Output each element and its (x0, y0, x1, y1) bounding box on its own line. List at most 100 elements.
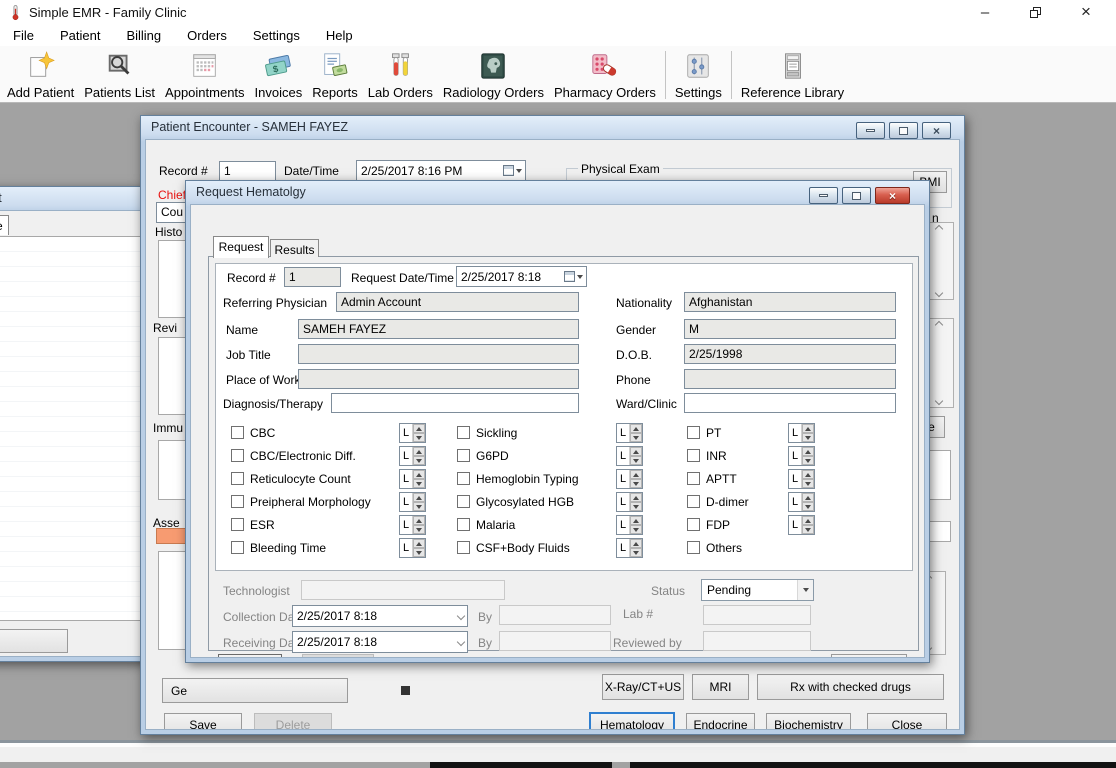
test-pt-level-spinner[interactable]: L (788, 423, 815, 443)
place-of-work-input[interactable] (298, 369, 579, 389)
test-others-checkbox[interactable] (687, 541, 700, 554)
test-g6pd-level-spinner[interactable]: L (616, 446, 643, 466)
test-preipheral-morphology-checkbox[interactable] (231, 495, 244, 508)
dialog-maximize-button[interactable] (842, 187, 871, 204)
dialog-save-button[interactable]: Save (218, 654, 282, 657)
receiving-by-input[interactable] (499, 631, 611, 651)
chief-complaint-input[interactable]: Cou (156, 202, 188, 223)
encounter-datetime-picker[interactable]: 2/25/2017 8:16 PM (356, 160, 526, 181)
referring-physician-input[interactable]: Admin Account (336, 292, 579, 312)
dialog-print-button[interactable]: Print (302, 654, 374, 657)
partial-checkbox[interactable] (401, 686, 410, 695)
ward-clinic-input[interactable] (684, 393, 896, 413)
xray-ct-button[interactable]: X-Ray/CT+US (602, 674, 684, 700)
toolbar-radiology-orders-button[interactable]: Radiology Orders (438, 50, 549, 101)
test-fdp-checkbox[interactable] (687, 518, 700, 531)
review-textarea[interactable] (158, 337, 187, 415)
test-aptt-checkbox[interactable] (687, 472, 700, 485)
toolbar-lab-orders-button[interactable]: Lab Orders (363, 50, 438, 101)
test-cbc-checkbox[interactable] (231, 426, 244, 439)
name-input[interactable]: SAMEH FAYEZ (298, 319, 579, 339)
tab-request[interactable]: Request (213, 236, 269, 258)
test-preipheral-morphology-level-spinner[interactable]: L (399, 492, 426, 512)
test-sickling-level-spinner[interactable]: L (616, 423, 643, 443)
test-reticulocyte-count-checkbox[interactable] (231, 472, 244, 485)
collection-datetime-picker[interactable]: 2/25/2017 8:18 (292, 605, 468, 627)
background-window-bottom-button[interactable] (0, 629, 68, 653)
test-pt-checkbox[interactable] (687, 426, 700, 439)
taskbar-fragment-2[interactable] (630, 762, 1116, 768)
encounter-close-button[interactable]: × (922, 122, 951, 139)
test-aptt-level-spinner[interactable]: L (788, 469, 815, 489)
toolbar-reference-library-button[interactable]: Reference Library (736, 50, 849, 101)
test-cbc-level-spinner[interactable]: L (399, 423, 426, 443)
encounter-record-input[interactable]: 1 (219, 161, 276, 181)
test-glycosylated-hgb-checkbox[interactable] (457, 495, 470, 508)
encounter-delete-button[interactable]: Delete (254, 713, 332, 729)
toolbar-patients-list-button[interactable]: Patients List (79, 50, 160, 101)
diagnosis-therapy-input[interactable] (331, 393, 579, 413)
test-cbc-electronic-diff-level-spinner[interactable]: L (399, 446, 426, 466)
toolbar-settings-button[interactable]: Settings (670, 50, 727, 101)
toolbar-pharmacy-orders-button[interactable]: Pharmacy Orders (549, 50, 661, 101)
test-esr-checkbox[interactable] (231, 518, 244, 531)
test-malaria-level-spinner[interactable]: L (616, 515, 643, 535)
dialog-cancel-button[interactable]: Cancel (831, 654, 907, 657)
encounter-save-button[interactable]: Save (164, 713, 242, 729)
technologist-input[interactable] (301, 580, 505, 600)
menu-help[interactable]: Help (313, 26, 366, 45)
assessment-highlight-field[interactable] (156, 528, 187, 544)
test-esr-level-spinner[interactable]: L (399, 515, 426, 535)
taskbar-fragment-1[interactable] (430, 762, 612, 768)
immunization-textarea[interactable] (158, 440, 187, 500)
background-window-tab[interactable]: De (0, 215, 9, 235)
app-minimize-button[interactable]: – (962, 0, 1008, 24)
menu-patient[interactable]: Patient (47, 26, 113, 45)
tab-results[interactable]: Results (270, 239, 319, 257)
test-hemoglobin-typing-level-spinner[interactable]: L (616, 469, 643, 489)
app-restore-button[interactable] (1012, 0, 1058, 24)
lab-number-input[interactable] (703, 605, 811, 625)
test-inr-checkbox[interactable] (687, 449, 700, 462)
request-datetime-picker[interactable]: 2/25/2017 8:18 (456, 266, 587, 287)
toolbar-reports-button[interactable]: Reports (307, 50, 363, 101)
test-bleeding-time-checkbox[interactable] (231, 541, 244, 554)
menu-file[interactable]: File (0, 26, 47, 45)
job-title-input[interactable] (298, 344, 579, 364)
encounter-close-window-button[interactable]: Close (867, 713, 947, 729)
dob-input[interactable]: 2/25/1998 (684, 344, 896, 364)
test-d-dimer-level-spinner[interactable]: L (788, 492, 815, 512)
menu-orders[interactable]: Orders (174, 26, 240, 45)
toolbar-appointments-button[interactable]: Appointments (160, 50, 250, 101)
mri-button[interactable]: MRI (692, 674, 749, 700)
dialog-close-button[interactable]: × (875, 187, 910, 204)
test-malaria-checkbox[interactable] (457, 518, 470, 531)
menu-billing[interactable]: Billing (113, 26, 174, 45)
test-bleeding-time-level-spinner[interactable]: L (399, 538, 426, 558)
phone-input[interactable] (684, 369, 896, 389)
toolbar-add-patient-button[interactable]: Add Patient (2, 50, 79, 101)
assessment-textarea[interactable] (158, 551, 187, 650)
test-reticulocyte-count-level-spinner[interactable]: L (399, 469, 426, 489)
status-combo[interactable]: Pending (701, 579, 814, 601)
receiving-datetime-picker[interactable]: 2/25/2017 8:18 (292, 631, 468, 653)
biochemistry-button[interactable]: Biochemistry (766, 713, 851, 729)
encounter-minimize-button[interactable] (856, 122, 885, 139)
app-close-button[interactable]: × (1063, 0, 1109, 24)
reviewed-by-input[interactable] (703, 631, 811, 651)
test-sickling-checkbox[interactable] (457, 426, 470, 439)
test-cbc-electronic-diff-checkbox[interactable] (231, 449, 244, 462)
hematology-button[interactable]: Hematology (589, 712, 675, 729)
toolbar-invoices-button[interactable]: $ Invoices (250, 50, 308, 101)
history-textarea[interactable] (158, 240, 187, 318)
test-d-dimer-checkbox[interactable] (687, 495, 700, 508)
test-g6pd-checkbox[interactable] (457, 449, 470, 462)
dialog-record-input[interactable]: 1 (284, 267, 341, 287)
endocrine-button[interactable]: Endocrine (686, 713, 755, 729)
test-csf-body-fluids-checkbox[interactable] (457, 541, 470, 554)
nationality-input[interactable]: Afghanistan (684, 292, 896, 312)
rx-checked-drugs-button[interactable]: Rx with checked drugs (757, 674, 944, 700)
dialog-minimize-button[interactable] (809, 187, 838, 204)
test-glycosylated-hgb-level-spinner[interactable]: L (616, 492, 643, 512)
generate-partial-button[interactable]: Ge (162, 678, 348, 703)
